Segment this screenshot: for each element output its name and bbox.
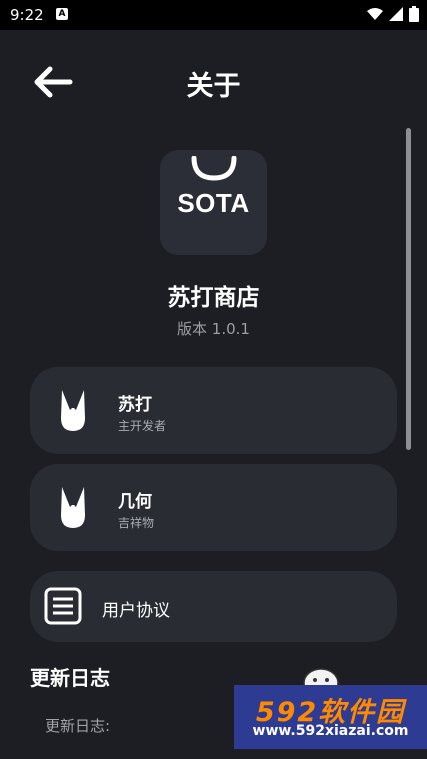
status-time: 9:22	[10, 6, 44, 24]
card-title: 几何	[118, 492, 152, 512]
app-name: 苏打商店	[167, 285, 260, 311]
notification-a-icon: A	[56, 8, 68, 20]
watermark: 592软件园 www.592xiazai.com	[234, 685, 427, 749]
signal-icon	[389, 7, 403, 21]
developer-card[interactable]: 苏打 主开发者	[30, 367, 397, 454]
smile-icon	[191, 156, 237, 181]
mascot-card[interactable]: 几何 吉祥物	[30, 464, 397, 551]
logo-text: SOTA	[177, 188, 250, 218]
changelog-label: 更新日志:	[45, 717, 111, 735]
document-icon	[44, 587, 82, 625]
tooth-icon	[61, 487, 85, 528]
changelog-title: 更新日志	[30, 666, 110, 690]
status-bar: 9:22 A	[0, 0, 427, 30]
app-version: 版本 1.0.1	[177, 320, 250, 338]
app-logo: SOTA	[160, 150, 267, 255]
watermark-url: www.592xiazai.com	[252, 723, 409, 739]
battery-icon	[409, 6, 419, 22]
wifi-icon	[367, 8, 383, 20]
page-title: 关于	[186, 71, 241, 102]
status-icons	[367, 6, 419, 22]
card-subtitle: 主开发者	[118, 419, 167, 433]
card-subtitle: 吉祥物	[118, 516, 155, 530]
user-agreement-card[interactable]: 用户协议	[30, 571, 397, 642]
card-title: 苏打	[118, 395, 152, 415]
card-title: 用户协议	[102, 601, 170, 621]
tooth-icon	[61, 390, 85, 431]
